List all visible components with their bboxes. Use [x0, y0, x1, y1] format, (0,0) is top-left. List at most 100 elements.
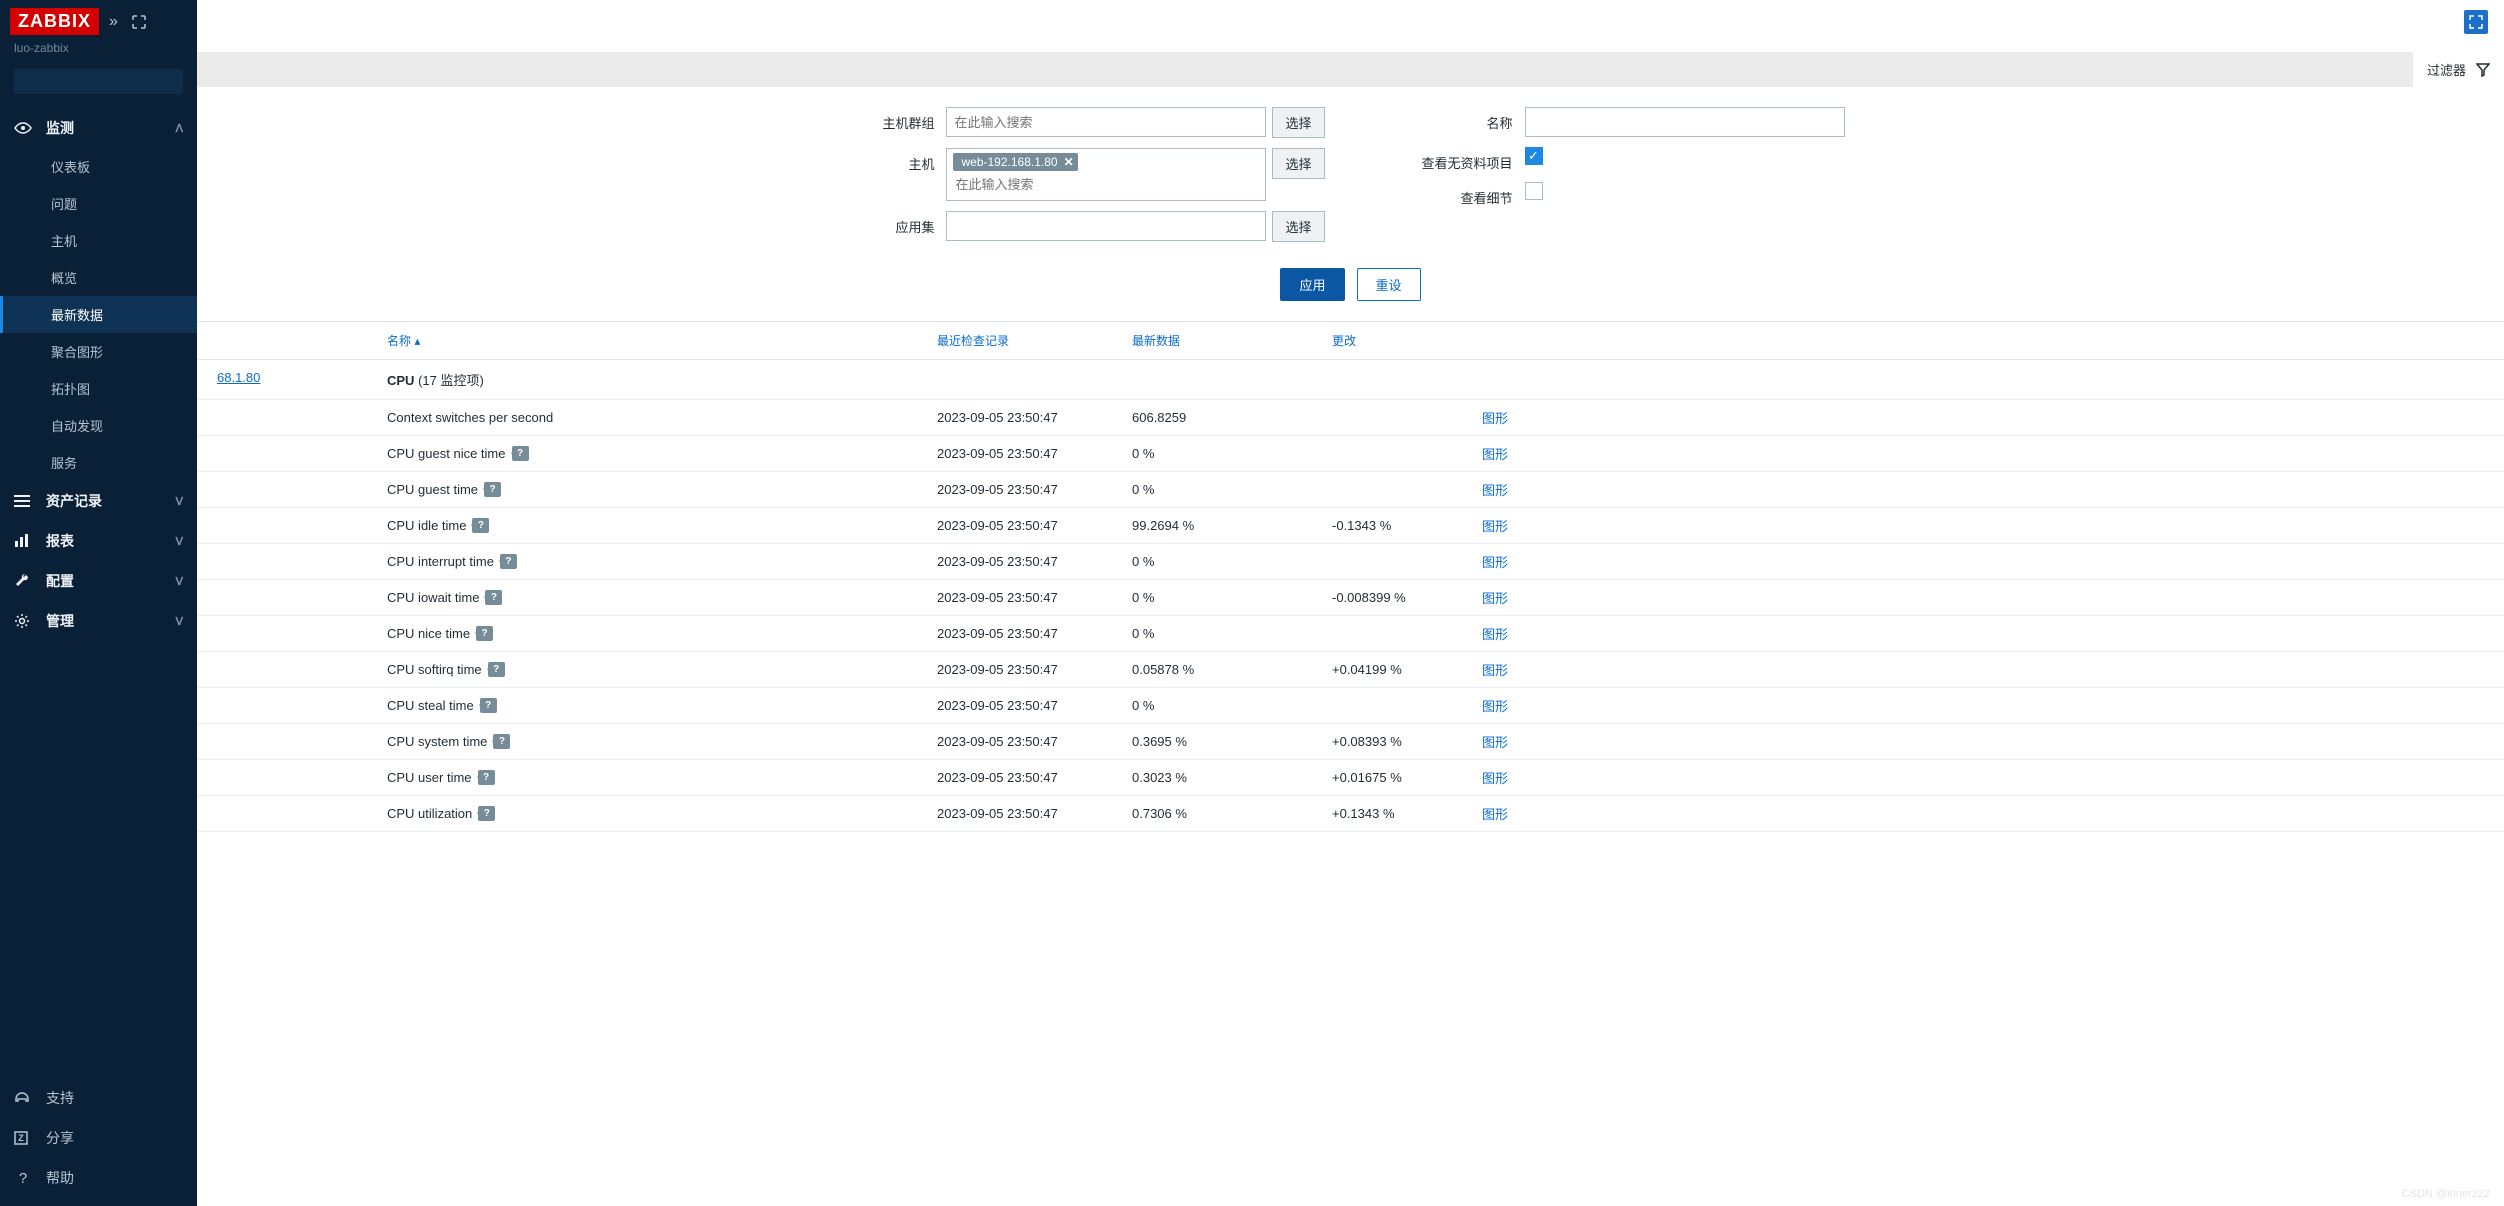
group-host-link[interactable]: 68.1.80	[217, 370, 387, 389]
graph-link[interactable]: 图形	[1482, 555, 1508, 570]
sidebar-search[interactable]	[14, 69, 183, 94]
row-change: -0.008399 %	[1332, 590, 1482, 605]
nav-help[interactable]: ? 帮助	[0, 1158, 197, 1198]
help-icon[interactable]: ?	[485, 590, 502, 605]
graph-link[interactable]: 图形	[1482, 519, 1508, 534]
nav-inventory[interactable]: 资产记录 ᐯ	[0, 481, 197, 521]
nav-sub-item[interactable]: 最新数据	[0, 296, 197, 333]
nav-sub-item[interactable]: 仪表板	[0, 148, 197, 185]
row-last-check: 2023-09-05 23:50:47	[937, 482, 1132, 497]
nav-monitoring[interactable]: 监测 ᐱ	[0, 108, 197, 148]
nav-sub-item[interactable]: 聚合图形	[0, 333, 197, 370]
row-value: 0 %	[1132, 590, 1332, 605]
nav-config-label: 配置	[46, 571, 74, 591]
nav-config[interactable]: 配置 ᐯ	[0, 561, 197, 601]
svg-text:Z: Z	[18, 1133, 24, 1143]
row-value: 0 %	[1132, 554, 1332, 569]
row-name: CPU interrupt time?	[387, 554, 937, 569]
col-host-spacer	[217, 332, 387, 349]
row-change: +0.08393 %	[1332, 734, 1482, 749]
graph-link[interactable]: 图形	[1482, 447, 1508, 462]
nav-sub-item[interactable]: 问题	[0, 185, 197, 222]
sidebar-search-input[interactable]	[22, 74, 198, 89]
filter-tab[interactable]: 过滤器	[2413, 52, 2504, 87]
kiosk-small-icon[interactable]	[132, 15, 146, 29]
graph-link[interactable]: 图形	[1482, 411, 1508, 426]
help-icon[interactable]: ?	[500, 554, 517, 569]
row-last-check: 2023-09-05 23:50:47	[937, 806, 1132, 821]
host-input[interactable]	[953, 173, 1259, 196]
name-input[interactable]	[1525, 107, 1845, 137]
row-value: 0 %	[1132, 698, 1332, 713]
row-value: 0.3695 %	[1132, 734, 1332, 749]
row-value: 99.2694 %	[1132, 518, 1332, 533]
col-change[interactable]: 更改	[1332, 332, 1482, 349]
reset-button[interactable]: 重设	[1357, 268, 1421, 301]
nav-sub-item[interactable]: 自动发现	[0, 407, 197, 444]
graph-link[interactable]: 图形	[1482, 699, 1508, 714]
nav-share[interactable]: Z 分享	[0, 1118, 197, 1158]
row-name: CPU iowait time?	[387, 590, 937, 605]
help-icon[interactable]: ?	[478, 806, 495, 821]
row-action: 图形	[1482, 516, 2484, 535]
help-icon[interactable]: ?	[480, 698, 497, 713]
host-group-select-button[interactable]: 选择	[1272, 107, 1324, 138]
topbar	[197, 0, 2504, 52]
col-action-spacer	[1482, 332, 2484, 349]
row-last-check: 2023-09-05 23:50:47	[937, 698, 1132, 713]
show-nodata-checkbox[interactable]: ✓	[1525, 147, 1543, 165]
help-icon[interactable]: ?	[478, 770, 495, 785]
show-detail-checkbox[interactable]	[1525, 182, 1543, 200]
graph-link[interactable]: 图形	[1482, 663, 1508, 678]
help-icon[interactable]: ?	[488, 662, 505, 677]
nav-sub-item[interactable]: 服务	[0, 444, 197, 481]
nav-reports[interactable]: 报表 ᐯ	[0, 521, 197, 561]
item-name: CPU guest time	[387, 482, 478, 497]
app-input[interactable]	[946, 211, 1266, 241]
row-value: 0 %	[1132, 446, 1332, 461]
row-action: 图形	[1482, 624, 2484, 643]
host-select-button[interactable]: 选择	[1272, 148, 1324, 179]
apply-button[interactable]: 应用	[1280, 268, 1344, 301]
col-name[interactable]: 名称 ▴	[387, 332, 937, 349]
row-action: 图形	[1482, 804, 2484, 823]
help-icon[interactable]: ?	[472, 518, 489, 533]
collapse-icon[interactable]: »	[109, 13, 118, 31]
graph-link[interactable]: 图形	[1482, 627, 1508, 642]
host-group-input[interactable]	[946, 107, 1266, 137]
nav-sub-item[interactable]: 主机	[0, 222, 197, 259]
host-tag-box[interactable]: web-192.168.1.80 ✕	[946, 148, 1266, 201]
help-icon[interactable]: ?	[493, 734, 510, 749]
server-name: luo-zabbix	[0, 39, 197, 65]
help-icon[interactable]: ?	[512, 446, 529, 461]
nav-sub-item[interactable]: 拓扑图	[0, 370, 197, 407]
graph-link[interactable]: 图形	[1482, 771, 1508, 786]
help-icon[interactable]: ?	[484, 482, 501, 497]
graph-link[interactable]: 图形	[1482, 483, 1508, 498]
nav-support-label: 支持	[46, 1088, 74, 1108]
row-last-check: 2023-09-05 23:50:47	[937, 554, 1132, 569]
item-name: CPU nice time	[387, 626, 470, 641]
row-value: 0.3023 %	[1132, 770, 1332, 785]
chevron-down-icon: ᐯ	[175, 535, 183, 548]
graph-link[interactable]: 图形	[1482, 807, 1508, 822]
row-action: 图形	[1482, 660, 2484, 679]
fullscreen-button[interactable]	[2464, 10, 2488, 34]
host-tag-remove-icon[interactable]: ✕	[1064, 155, 1074, 169]
nav-admin[interactable]: 管理 ᐯ	[0, 601, 197, 641]
nav-sub-item[interactable]: 概览	[0, 259, 197, 296]
funnel-icon	[2476, 63, 2490, 77]
row-change: +0.1343 %	[1332, 806, 1482, 821]
graph-link[interactable]: 图形	[1482, 735, 1508, 750]
row-value: 0 %	[1132, 482, 1332, 497]
brand-logo[interactable]: ZABBIX	[10, 8, 99, 35]
col-last-value[interactable]: 最新数据	[1132, 332, 1332, 349]
graph-link[interactable]: 图形	[1482, 591, 1508, 606]
host-group-label: 主机群组	[856, 107, 946, 132]
nav-support[interactable]: 支持	[0, 1078, 197, 1118]
wrench-icon	[14, 573, 32, 589]
col-last-check[interactable]: 最近检查记录	[937, 332, 1132, 349]
help-icon[interactable]: ?	[476, 626, 493, 641]
app-select-button[interactable]: 选择	[1272, 211, 1324, 242]
sidebar: ZABBIX » luo-zabbix 监测 ᐱ 仪表板问题主机概览最新数据聚合…	[0, 0, 197, 1206]
